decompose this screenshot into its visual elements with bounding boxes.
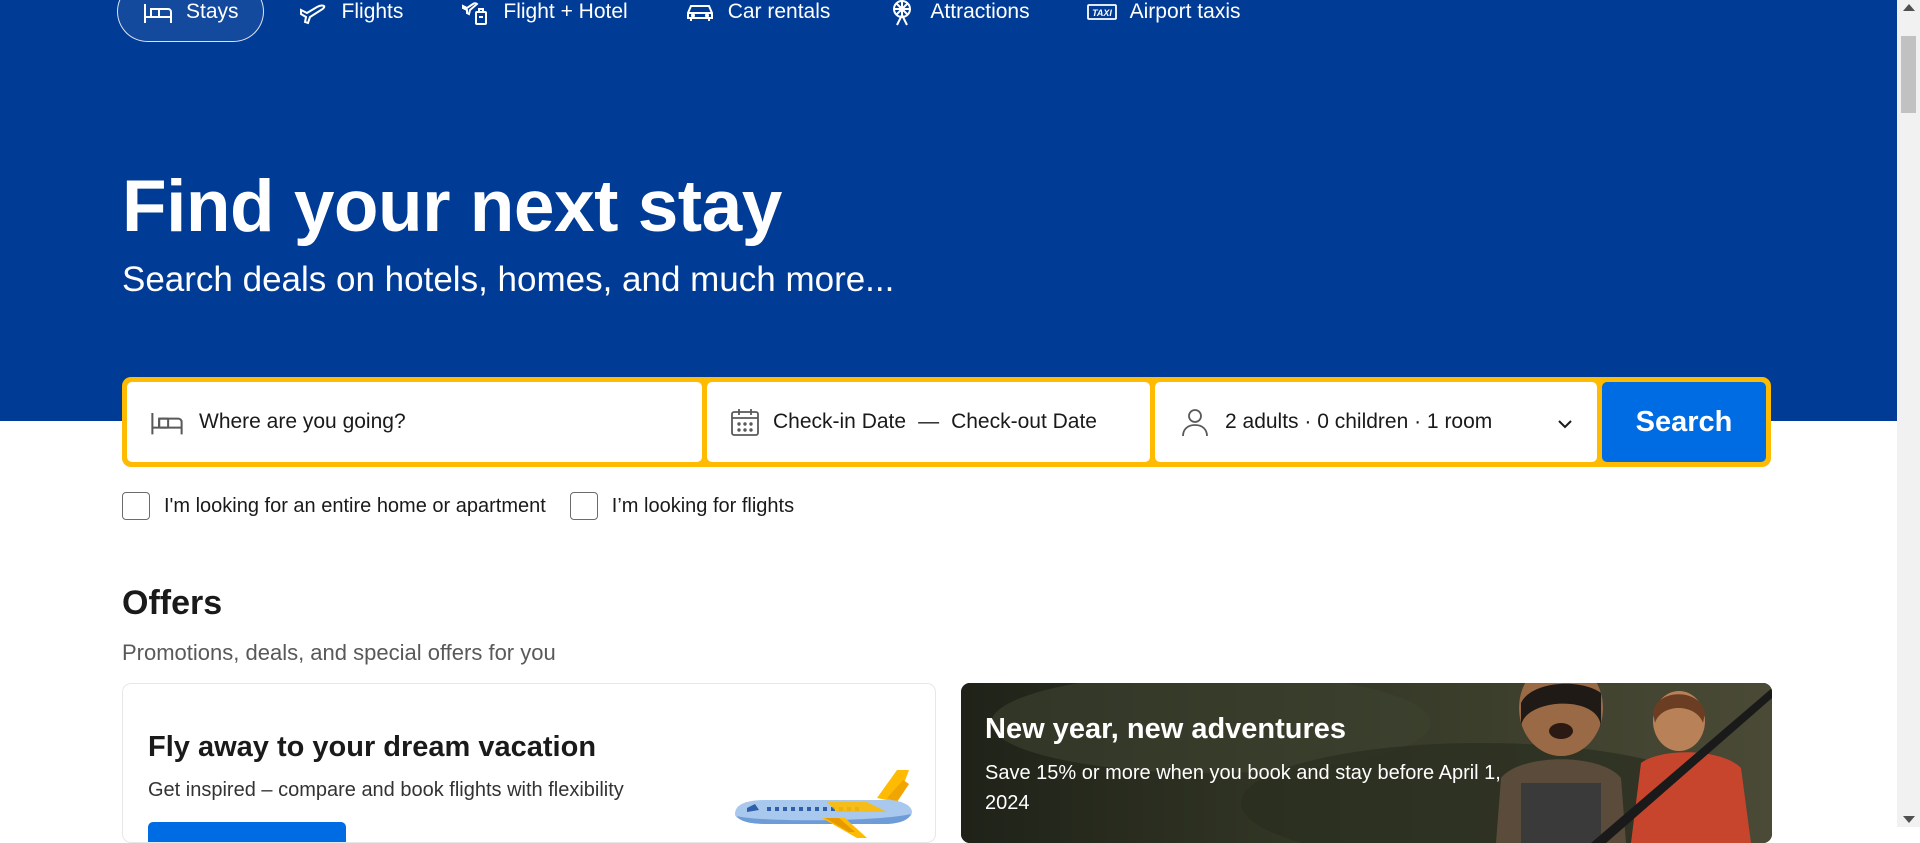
guests-value: 2 adults · 0 children · 1 room xyxy=(1225,410,1493,433)
guests-field[interactable]: 2 adults · 0 children · 1 room xyxy=(1155,382,1597,462)
bed-icon xyxy=(151,413,183,435)
page-title: Find your next stay xyxy=(122,166,782,247)
nav-stays[interactable]: Stays xyxy=(117,0,264,42)
page-subtitle: Search deals on hotels, homes, and much … xyxy=(122,260,895,299)
scroll-down-icon[interactable] xyxy=(1903,816,1915,823)
destination-placeholder: Where are you going? xyxy=(199,410,406,433)
search-options: I'm looking for an entire home or apartm… xyxy=(122,492,818,520)
date-separator: — xyxy=(918,410,940,433)
nav-flight-hotel-label: Flight + Hotel xyxy=(503,0,628,23)
calendar-icon xyxy=(731,409,759,436)
product-nav: Stays Flights Flight + Hotel Car rentals… xyxy=(117,0,1275,43)
ferris-wheel-icon xyxy=(893,0,912,25)
bed-icon xyxy=(144,3,172,23)
offer-card-adventures[interactable]: New year, new adventures Save 15% or mor… xyxy=(961,683,1772,843)
nav-car-rentals-label: Car rentals xyxy=(727,0,831,23)
nav-airport-taxis[interactable]: TAXI Airport taxis xyxy=(1064,0,1263,42)
person-icon xyxy=(1182,409,1208,437)
offer-card-button[interactable] xyxy=(148,822,346,842)
flight-hotel-icon xyxy=(462,1,488,25)
nav-flight-hotel[interactable]: Flight + Hotel xyxy=(437,0,649,42)
offers-subtitle: Promotions, deals, and special offers fo… xyxy=(122,640,556,665)
nav-stays-label: Stays xyxy=(186,0,239,23)
nav-attractions-label: Attractions xyxy=(930,0,1030,23)
taxi-icon: TAXI xyxy=(1086,3,1117,20)
date-range-field[interactable]: Check-in Date — Check-out Date xyxy=(707,382,1150,462)
nav-attractions[interactable]: Attractions xyxy=(864,0,1051,42)
search-bar: Where are you going? Check-in Date — Che… xyxy=(122,377,1771,467)
offer-card-text: Save 15% or more when you book and stay … xyxy=(985,762,1501,814)
offer-card-text: Get inspired – compare and book flights … xyxy=(148,779,624,801)
offer-card-title: Fly away to your dream vacation xyxy=(148,731,597,763)
flights-label: I’m looking for flights xyxy=(611,494,795,517)
entire-home-label: I'm looking for an entire home or apartm… xyxy=(164,494,546,517)
offer-card-flights[interactable]: Fly away to your dream vacation Get insp… xyxy=(122,683,936,843)
nav-flights[interactable]: Flights xyxy=(276,0,426,42)
scroll-up-icon[interactable] xyxy=(1903,4,1915,11)
destination-field[interactable]: Where are you going? xyxy=(127,382,702,462)
flights-option[interactable]: I’m looking for flights xyxy=(569,492,795,520)
nav-airport-taxis-label: Airport taxis xyxy=(1129,0,1241,23)
checkout-placeholder[interactable]: Check-out Date xyxy=(951,410,1097,434)
offers-heading: Offers xyxy=(122,584,223,622)
flights-checkbox[interactable] xyxy=(569,492,598,520)
search-button[interactable]: Search xyxy=(1602,382,1766,462)
page-scrollbar[interactable] xyxy=(1897,0,1920,827)
nav-car-rentals[interactable]: Car rentals xyxy=(662,0,853,42)
hero-banner: Stays Flights Flight + Hotel Car rentals… xyxy=(0,0,1897,421)
nav-flights-label: Flights xyxy=(341,0,404,23)
entire-home-option[interactable]: I'm looking for an entire home or apartm… xyxy=(122,492,546,520)
chevron-down-icon xyxy=(1558,420,1572,429)
svg-text:TAXI: TAXI xyxy=(1092,8,1112,18)
entire-home-checkbox[interactable] xyxy=(122,492,150,520)
airplane-illustration xyxy=(735,770,912,838)
checkin-placeholder[interactable]: Check-in Date xyxy=(773,410,906,434)
plane-icon xyxy=(299,4,325,24)
car-icon xyxy=(686,4,713,21)
offer-card-title: New year, new adventures xyxy=(985,713,1347,745)
scroll-thumb[interactable] xyxy=(1901,36,1916,113)
